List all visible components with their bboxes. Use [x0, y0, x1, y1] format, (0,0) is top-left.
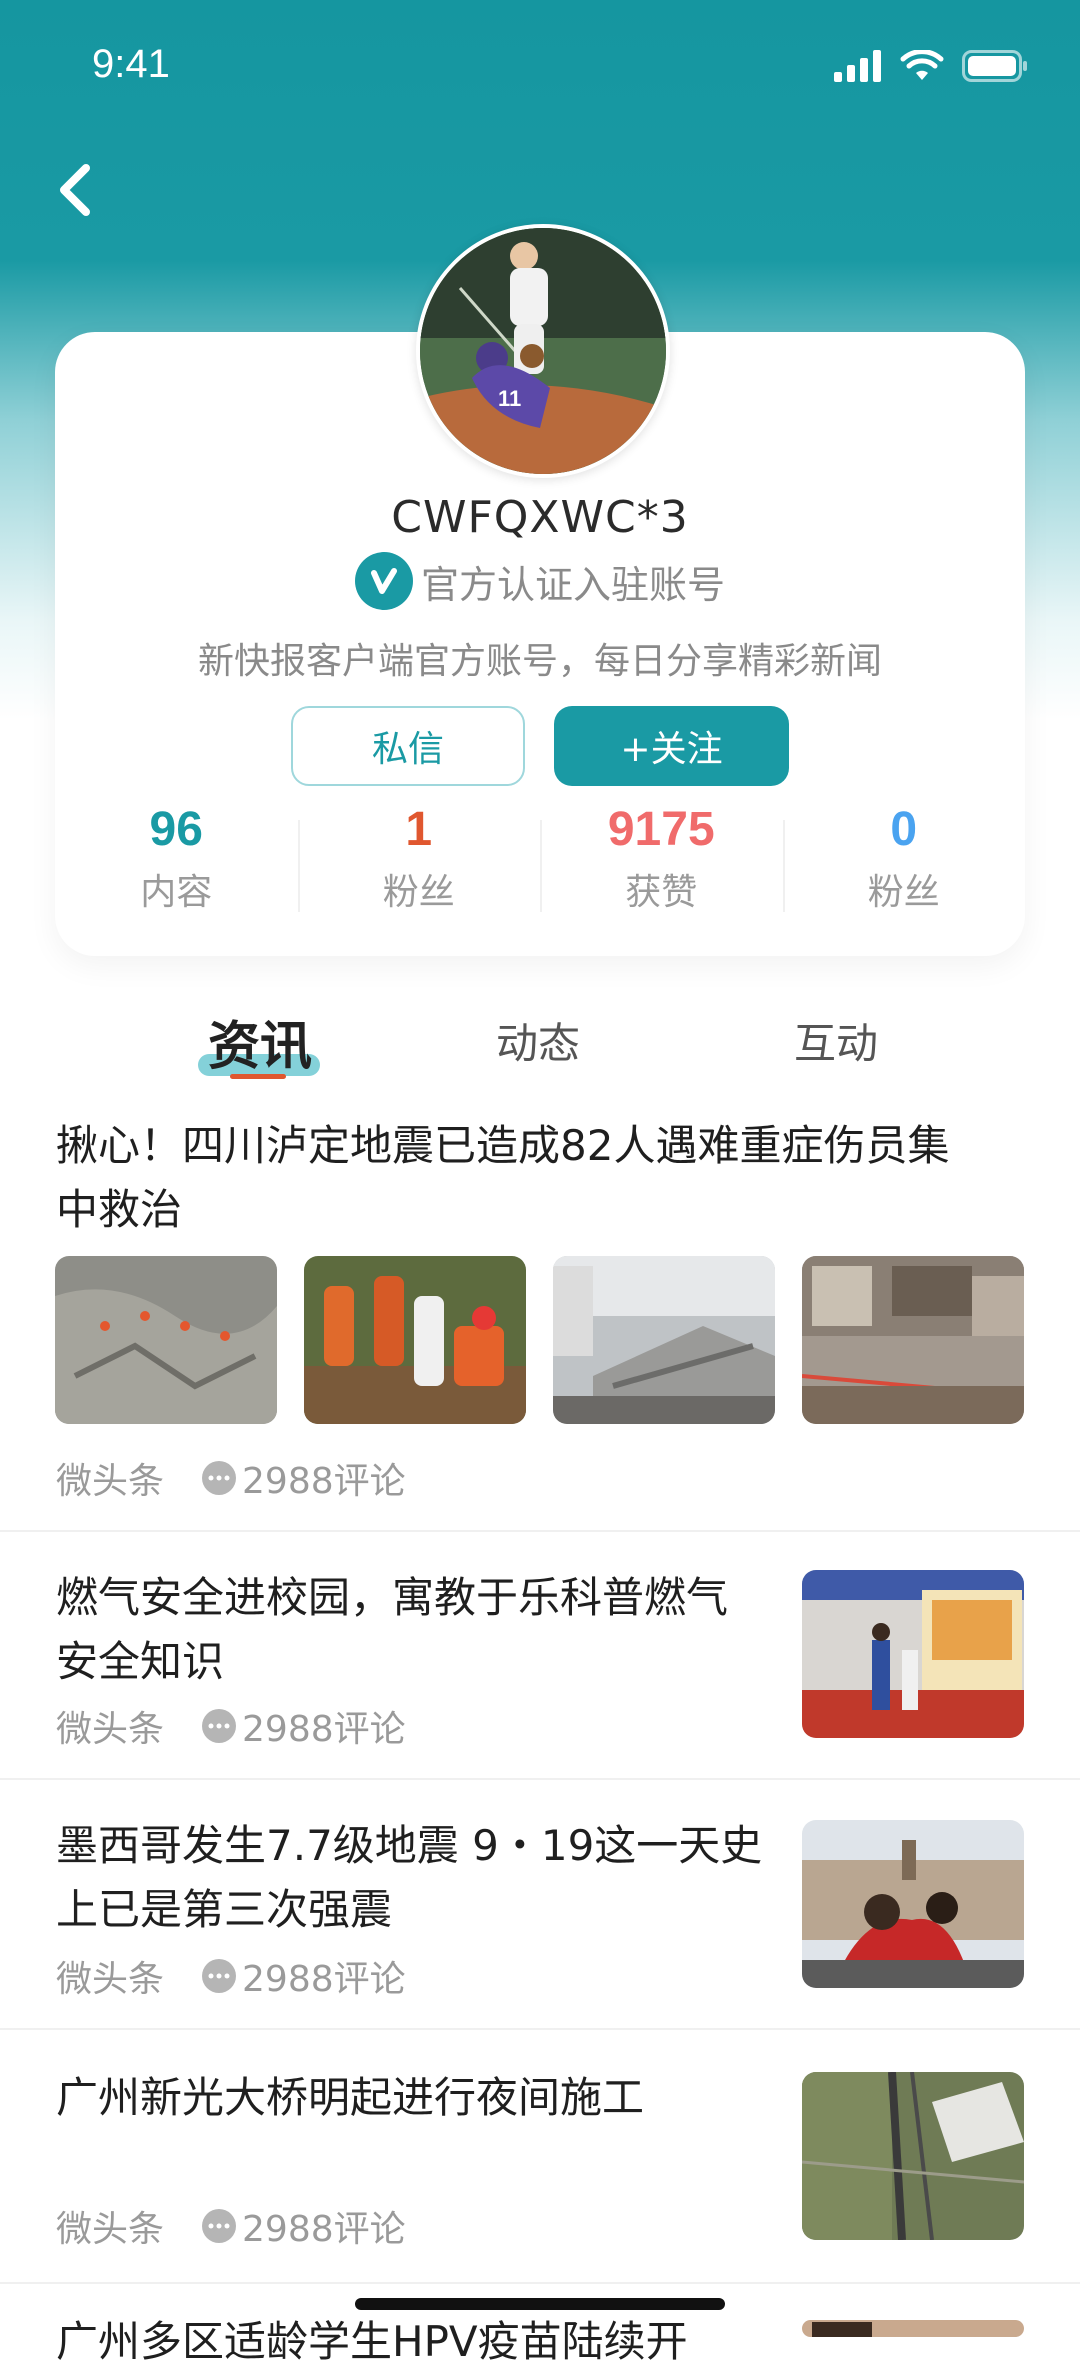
stat-likes[interactable]: 9175 获赞 — [540, 800, 783, 930]
verified-label: 官方认证入驻账号 — [420, 562, 725, 607]
comment-icon — [202, 1959, 237, 1993]
home-indicator — [355, 2298, 725, 2310]
news-title: 揪心！四川泸定地震已造成82人遇难重症伤员集 中救治 — [56, 1114, 1036, 1242]
news-comments: 2988评论 — [242, 2209, 406, 2250]
news-title-line: 中救治 — [56, 1185, 183, 1234]
tab-dynamics[interactable]: 动态 — [496, 1010, 580, 1071]
news-source: 微头条 — [56, 1709, 165, 1750]
news-image — [802, 2320, 1024, 2337]
divider — [0, 2028, 1080, 2030]
chevron-left-icon — [60, 164, 90, 216]
tab-news[interactable]: 资讯 — [208, 1004, 312, 1079]
news-meta: 微头条 2988评论 — [56, 1950, 406, 2002]
news-source: 微头条 — [56, 2209, 165, 2250]
news-comments: 2988评论 — [242, 1959, 406, 2000]
avatar-image: 11 — [420, 228, 666, 474]
comment-icon — [202, 2209, 237, 2243]
news-meta: 微头条 2988评论 — [56, 2200, 406, 2252]
battery-icon — [962, 50, 1027, 82]
news-image — [802, 1820, 1024, 1988]
news-title: 广州新光大桥明起进行夜间施工 — [56, 2066, 786, 2130]
news-image — [55, 1256, 277, 1424]
stat-label: 粉丝 — [867, 872, 940, 913]
tab-interaction[interactable]: 互动 — [794, 1010, 878, 1071]
stat-label: 内容 — [140, 872, 213, 913]
stat-label: 粉丝 — [382, 872, 455, 913]
verified-icon — [354, 552, 413, 610]
news-title-line: 揪心！四川泸定地震已造成82人遇难重症伤员集 — [56, 1121, 950, 1170]
stat-value: 96 — [149, 803, 203, 856]
svg-text:11: 11 — [498, 386, 521, 411]
news-meta: 微头条 2988评论 — [56, 1700, 406, 1752]
news-title: 广州多区适龄学生HPV疫苗陆续开 — [56, 2310, 786, 2374]
back-button[interactable] — [48, 160, 108, 220]
stat-value: 9175 — [607, 803, 715, 856]
news-title-line: 广州多区适龄学生HPV疫苗陆续开 — [56, 2317, 688, 2366]
stat-fans-2[interactable]: 0 粉丝 — [782, 800, 1026, 930]
news-title-line: 燃气安全进校园，寓教于乐科普燃气 — [56, 1573, 729, 1622]
profile-bio: 新快报客户端官方账号，每日分享精彩新闻 — [197, 641, 882, 682]
news-title: 墨西哥发生7.7级地震 9・19这一天史 上已是第三次强震 — [56, 1814, 796, 1942]
news-comments: 2988评论 — [242, 1709, 406, 1750]
news-image — [304, 1256, 526, 1424]
news-title-line: 安全知识 — [56, 1637, 225, 1686]
news-source: 微头条 — [56, 1959, 165, 2000]
avatar[interactable]: 11 — [416, 224, 670, 478]
stat-fans[interactable]: 1 粉丝 — [297, 800, 541, 930]
news-title-line: 上已是第三次强震 — [56, 1885, 393, 1934]
message-button[interactable]: 私信 — [291, 706, 525, 786]
news-image — [553, 1256, 775, 1424]
news-title-line: 广州新光大桥明起进行夜间施工 — [56, 2073, 645, 2122]
stat-label: 获赞 — [625, 872, 698, 913]
news-comments: 2988评论 — [242, 1461, 406, 1502]
stat-value: 1 — [405, 803, 433, 856]
status-time: 9:41 — [92, 42, 170, 86]
status-bar: 9:41 — [0, 0, 1080, 130]
divider — [0, 1530, 1080, 1532]
news-title: 燃气安全进校园，寓教于乐科普燃气 安全知识 — [56, 1566, 786, 1694]
stat-value: 0 — [890, 803, 918, 856]
wifi-icon — [900, 50, 944, 80]
content-tabs: 资讯 动态 互动 — [0, 1000, 1080, 1090]
divider — [0, 1778, 1080, 1780]
divider — [0, 2282, 1080, 2284]
news-image — [802, 2072, 1024, 2240]
news-image — [802, 1256, 1024, 1424]
news-image — [802, 1570, 1024, 1738]
news-title-line: 墨西哥发生7.7级地震 9・19这一天史 — [56, 1821, 763, 1870]
status-icons — [834, 50, 1028, 82]
news-source: 微头条 — [56, 1461, 165, 1502]
comment-icon — [202, 1461, 237, 1495]
profile-stats: 96 内容 1 粉丝 9175 获赞 0 粉丝 — [55, 800, 1025, 930]
profile-username: CWFQXWC*3 — [391, 492, 689, 543]
stat-content[interactable]: 96 内容 — [55, 800, 298, 930]
cellular-signal-icon — [834, 50, 881, 82]
news-meta: 微头条 2988评论 — [56, 1452, 406, 1504]
comment-icon — [202, 1709, 237, 1743]
verified-badge-row: 官方认证入驻账号 — [0, 552, 1080, 610]
follow-button[interactable]: +关注 — [554, 706, 789, 786]
